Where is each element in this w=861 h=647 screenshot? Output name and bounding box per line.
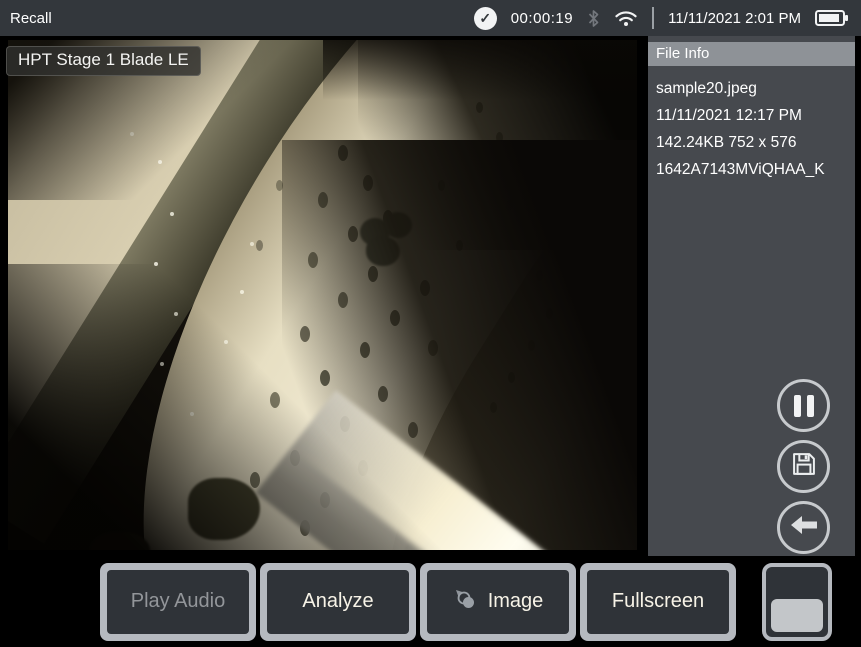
recording-timer: 00:00:19 [511,10,573,27]
shadow-region [323,40,638,100]
image-button[interactable]: Image [420,563,576,641]
play-audio-label: Play Audio [131,590,226,613]
pause-button[interactable] [777,379,830,432]
battery-icon [815,9,849,27]
file-datetime: 11/11/2021 12:17 PM [656,102,847,129]
side-button-column [777,379,830,554]
check-circle-icon: ✓ [474,7,497,30]
pause-icon [794,395,814,417]
file-info-panel: File Info sample20.jpeg 11/11/2021 12:17… [648,36,855,556]
save-button[interactable] [777,440,830,493]
fullscreen-label: Fullscreen [612,590,704,613]
file-info-header: File Info [648,42,855,66]
fullscreen-button[interactable]: Fullscreen [580,563,736,641]
top-status-bar: Recall ✓ 00:00:19 11/11/2021 2:01 PM [0,0,861,36]
toggle-knob [771,599,823,632]
shadow-region [8,264,448,550]
live-image-viewport[interactable]: HPT Stage 1 Blade LE [0,36,645,556]
analyze-button[interactable]: Analyze [260,563,416,641]
file-serial: 1642A7143MViQHAA_K [656,156,847,183]
wifi-icon [614,9,638,27]
status-separator [652,7,654,29]
play-audio-button[interactable]: Play Audio [100,563,256,641]
main-content: HPT Stage 1 Blade LE File Info sample20.… [0,36,861,556]
screen-toggle-switch[interactable] [762,563,832,641]
analyze-label: Analyze [302,590,373,613]
file-name: sample20.jpeg [656,75,847,102]
back-button[interactable] [777,501,830,554]
bluetooth-icon [587,9,600,28]
inspection-point-tag: HPT Stage 1 Blade LE [6,46,201,76]
soft-key-bar: Play Audio Analyze Image Fullscreen [0,556,861,647]
date-time: 11/11/2021 2:01 PM [668,10,801,27]
image-label: Image [488,590,544,613]
back-arrow-icon [789,513,819,542]
borescope-image[interactable] [8,40,637,550]
floppy-icon [790,450,818,483]
screen-title: Recall [10,10,52,27]
file-size-dimensions: 142.24KB 752 x 576 [656,129,847,156]
layers-icon [453,587,479,617]
